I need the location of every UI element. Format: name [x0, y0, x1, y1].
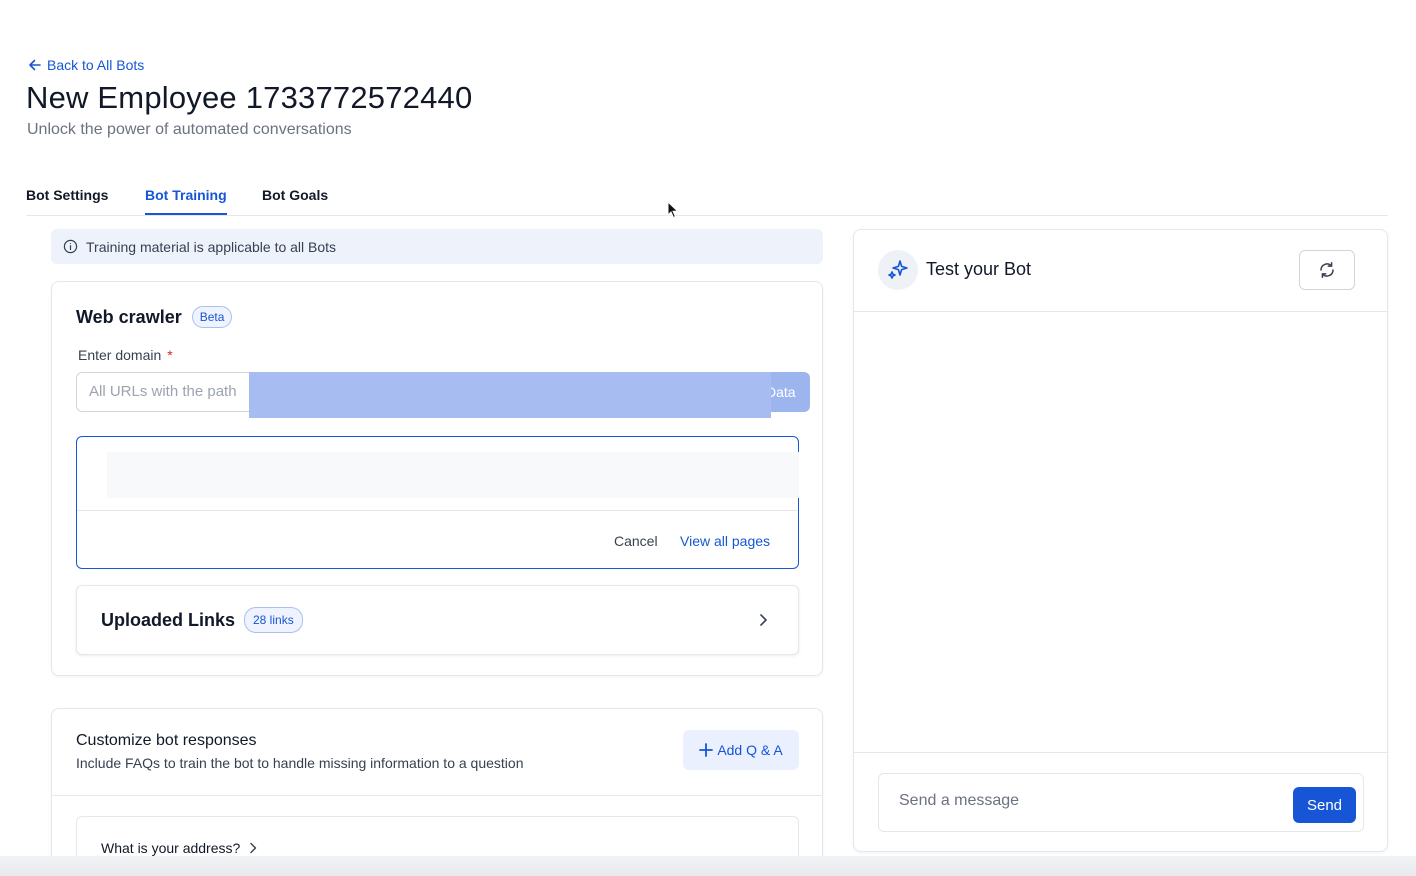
domain-input-group: All URLs with the path Data: [76, 372, 810, 418]
domain-field-label: Enter domain *: [78, 347, 173, 363]
refresh-icon: [1320, 262, 1334, 278]
add-qa-button[interactable]: Add Q & A: [683, 730, 799, 770]
web-crawler-card: Web crawler Beta Enter domain * All URLs …: [51, 281, 823, 676]
refresh-chat-button[interactable]: [1299, 250, 1355, 290]
back-to-all-bots-link[interactable]: Back to All Bots: [27, 57, 144, 73]
bottom-shadow-edge: [0, 856, 1416, 876]
test-bot-panel: Test your Bot Send: [853, 229, 1388, 852]
chevron-right-icon: [760, 614, 767, 626]
page-subtitle: Unlock the power of automated conversati…: [27, 121, 352, 138]
bot-avatar: [878, 250, 918, 290]
send-button[interactable]: Send: [1293, 787, 1356, 823]
fetch-button-label: Data: [770, 384, 796, 400]
tab-bot-settings[interactable]: Bot Settings: [26, 187, 108, 213]
message-input[interactable]: [899, 792, 1269, 810]
web-crawler-title: Web crawler: [76, 306, 182, 327]
faq-question: What is your address?: [101, 840, 258, 856]
arrow-left-icon: [29, 59, 41, 71]
customize-title: Customize bot responses: [76, 732, 257, 749]
back-link-label: Back to All Bots: [47, 57, 145, 73]
message-composer: Send: [878, 773, 1364, 832]
domain-input-selection-highlight[interactable]: [249, 372, 771, 418]
plus-icon: [699, 743, 714, 757]
faq-question-text: What is your address?: [101, 840, 241, 856]
uploaded-links-title: Uploaded Links: [101, 610, 236, 630]
pages-loading-placeholder: [107, 452, 799, 498]
tab-bot-goals[interactable]: Bot Goals: [262, 187, 328, 213]
fetch-data-button[interactable]: Data: [770, 372, 810, 412]
view-all-pages-button[interactable]: View all pages: [680, 533, 770, 549]
web-crawler-header: Web crawler Beta: [76, 306, 233, 328]
uploaded-links-row[interactable]: Uploaded Links 28 links: [76, 585, 799, 655]
url-scope-select[interactable]: All URLs with the path: [76, 372, 251, 412]
customize-description: Include FAQs to train the bot to handle …: [76, 755, 524, 771]
chevron-right-icon: [250, 842, 257, 854]
required-marker: *: [167, 347, 173, 363]
chat-title: Test your Bot: [926, 259, 1032, 279]
crawled-pages-panel: Cancel View all pages: [76, 436, 799, 569]
tab-bot-training[interactable]: Bot Training: [145, 187, 227, 215]
mouse-pointer-icon: [667, 201, 679, 219]
info-banner-text: Training material is applicable to all B…: [86, 238, 337, 255]
add-qa-label: Add Q & A: [717, 742, 783, 758]
info-banner: Training material is applicable to all B…: [51, 229, 823, 264]
panel-divider: [77, 510, 798, 511]
info-icon: [63, 239, 78, 254]
chat-footer-divider: [854, 752, 1387, 753]
cancel-button[interactable]: Cancel: [614, 533, 658, 549]
links-count-badge: 28 links: [244, 607, 303, 633]
tab-bar: Bot Settings Bot Training Bot Goals: [26, 178, 1388, 216]
page-title: New Employee 1733772572440: [26, 80, 473, 115]
chat-header: Test your Bot: [854, 230, 1387, 312]
beta-badge: Beta: [191, 306, 233, 328]
customize-divider: [52, 795, 822, 796]
sparkles-icon: [888, 260, 908, 279]
domain-label-text: Enter domain: [78, 347, 162, 363]
customize-responses-card: Customize bot responses Include FAQs to …: [51, 708, 823, 876]
